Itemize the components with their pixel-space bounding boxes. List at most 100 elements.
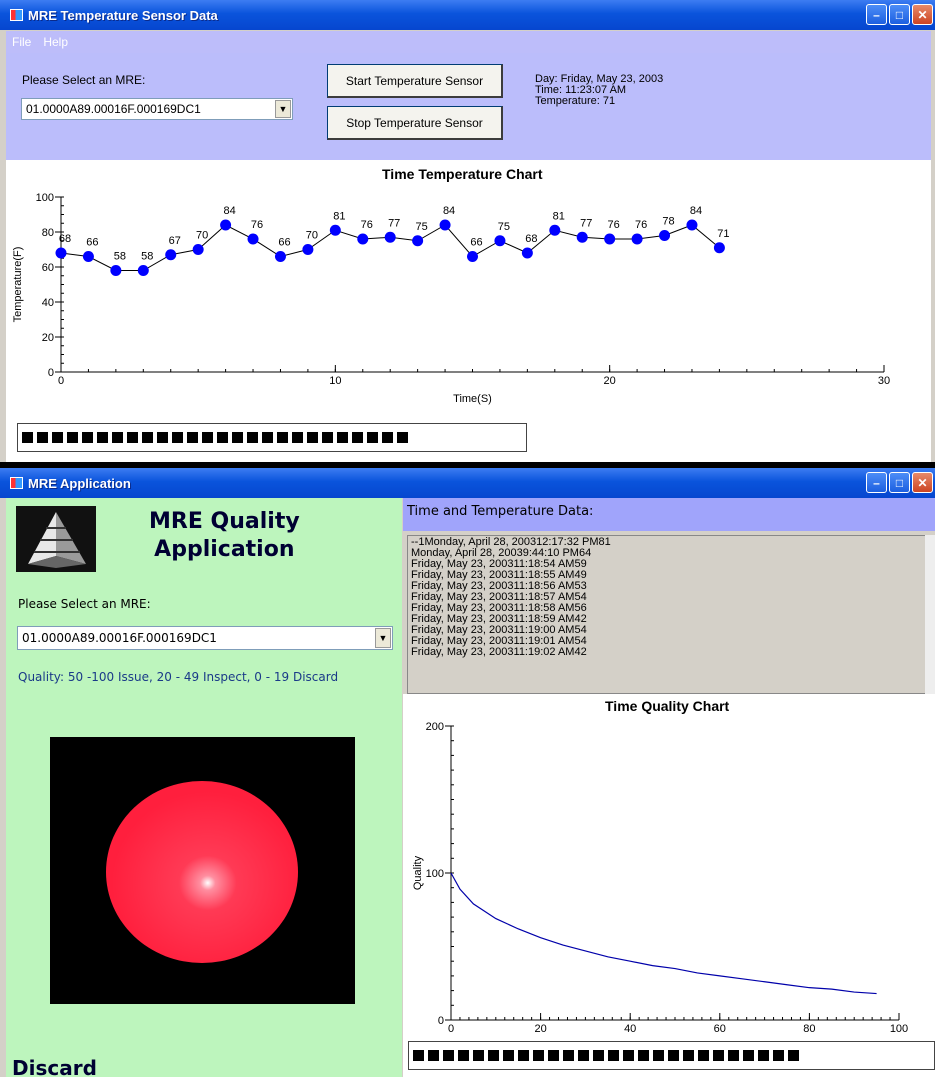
quality-progress-block <box>758 1050 769 1061</box>
series-line <box>450 872 877 995</box>
quality-legend: Quality: 50 -100 Issue, 20 - 49 Inspect,… <box>18 670 339 684</box>
data-label: 76 <box>361 219 373 231</box>
y-tick-label: 100 <box>36 192 54 204</box>
data-label: 71 <box>717 228 729 240</box>
app-title-line1: MRE Quality <box>149 509 300 534</box>
window-title: MRE Application <box>28 475 131 491</box>
mre-select[interactable]: 01.0000A89.00016F.000169DC1 ▼ <box>21 98 293 120</box>
temperature-progress-block <box>172 432 183 443</box>
x-tick-label: 20 <box>534 1023 546 1035</box>
menu-help[interactable]: Help <box>43 35 68 49</box>
list-item[interactable]: Friday, May 23, 200311:19:02 AM42 <box>411 647 931 658</box>
menu-bar: File Help <box>6 31 931 53</box>
quality-chart-area: Time Quality Chart 0204060801000100200Ti… <box>403 694 935 1077</box>
data-label: 70 <box>196 230 208 242</box>
quality-progress-block <box>443 1050 454 1061</box>
data-label: 66 <box>470 237 482 249</box>
y-axis-label: Temperature(F) <box>12 247 24 323</box>
temperature-progress-block <box>112 432 123 443</box>
temperature-progress-block <box>322 432 333 443</box>
title-bar[interactable]: MRE Temperature Sensor Data – □ ✕ <box>0 0 935 30</box>
y-tick-label: 0 <box>438 1015 444 1027</box>
maximize-icon[interactable]: □ <box>889 472 910 493</box>
data-point <box>467 251 478 262</box>
close-icon[interactable]: ✕ <box>912 4 933 25</box>
temperature-progress-block <box>352 432 363 443</box>
data-label: 75 <box>416 221 428 233</box>
title-bar[interactable]: MRE Application – □ ✕ <box>0 468 935 498</box>
y-tick-label: 60 <box>42 262 54 274</box>
quality-progress-block <box>683 1050 694 1061</box>
pyramid-logo <box>16 506 96 572</box>
data-label: 76 <box>251 219 263 231</box>
x-tick-label: 40 <box>624 1023 636 1035</box>
mre-select[interactable]: 01.0000A89.00016F.000169DC1 ▼ <box>17 626 393 650</box>
temperature-progress-block <box>367 432 378 443</box>
data-label: 67 <box>169 235 181 247</box>
list-scrollbar[interactable] <box>925 535 935 694</box>
quality-progress-block <box>593 1050 604 1061</box>
quality-progress-block <box>578 1050 589 1061</box>
temperature-progress-bar <box>17 423 527 452</box>
data-point <box>713 242 725 254</box>
data-point <box>137 265 149 276</box>
minimize-icon[interactable]: – <box>866 4 887 25</box>
temperature-progress-block <box>37 432 48 443</box>
temperature-sensor-window: MRE Temperature Sensor Data – □ ✕ File H… <box>0 0 935 462</box>
start-sensor-button[interactable]: Start Temperature Sensor <box>327 64 503 98</box>
quality-chart: 0204060801000100200Time(Day)Quality <box>412 721 908 1053</box>
x-tick-label: 80 <box>803 1023 815 1035</box>
quality-progress-block <box>698 1050 709 1061</box>
window-title: MRE Temperature Sensor Data <box>28 7 218 23</box>
x-tick-label: 0 <box>58 375 64 387</box>
data-point <box>357 233 369 245</box>
data-label: 75 <box>498 221 510 233</box>
x-axis-label: Time(S) <box>453 393 492 405</box>
mre-select-value: 01.0000A89.00016F.000169DC1 <box>26 102 201 116</box>
data-point <box>192 244 204 255</box>
x-tick-label: 10 <box>329 375 341 387</box>
data-label: 77 <box>580 217 592 229</box>
data-label: 68 <box>59 233 71 245</box>
close-icon[interactable]: ✕ <box>912 472 933 493</box>
y-axis-label: Quality <box>412 855 424 890</box>
data-label: 66 <box>86 237 98 249</box>
data-label: 78 <box>662 216 674 228</box>
data-label: 68 <box>525 233 537 245</box>
stop-sensor-button[interactable]: Stop Temperature Sensor <box>327 106 503 140</box>
maximize-icon[interactable]: □ <box>889 4 910 25</box>
temperature-progress-block <box>277 432 288 443</box>
temperature-progress-block <box>247 432 258 443</box>
data-label: 76 <box>635 219 647 231</box>
app-title: MRE Quality Application <box>149 508 300 564</box>
quality-progress-block <box>743 1050 754 1061</box>
chevron-down-icon[interactable]: ▼ <box>375 628 391 648</box>
data-point <box>274 251 286 262</box>
temperature-progress-block <box>337 432 348 443</box>
data-point <box>220 219 232 231</box>
x-tick-label: 0 <box>448 1023 454 1035</box>
data-label: 81 <box>333 210 345 222</box>
quality-progress-block <box>638 1050 649 1061</box>
temperature-progress-block <box>67 432 78 443</box>
temperature-progress-block <box>292 432 303 443</box>
data-label: 66 <box>278 237 290 249</box>
menu-file[interactable]: File <box>12 35 31 49</box>
quality-progress-block <box>458 1050 469 1061</box>
quality-progress-block <box>503 1050 514 1061</box>
quality-progress-bar <box>408 1041 935 1070</box>
data-label: 84 <box>223 205 235 217</box>
app-icon <box>10 477 23 489</box>
select-mre-label: Please Select an MRE: <box>22 73 146 87</box>
data-point <box>604 233 616 245</box>
temperature-progress-block <box>217 432 228 443</box>
temperature-progress-block <box>397 432 408 443</box>
quality-progress-block <box>623 1050 634 1061</box>
temperature-data-list[interactable]: --1Monday, April 28, 200312:17:32 PM81 Mo… <box>407 535 935 694</box>
y-tick-label: 20 <box>42 332 54 344</box>
y-tick-label: 80 <box>42 227 54 239</box>
data-point <box>439 219 451 231</box>
minimize-icon[interactable]: – <box>866 472 887 493</box>
quality-progress-block <box>413 1050 424 1061</box>
chevron-down-icon[interactable]: ▼ <box>275 100 291 118</box>
